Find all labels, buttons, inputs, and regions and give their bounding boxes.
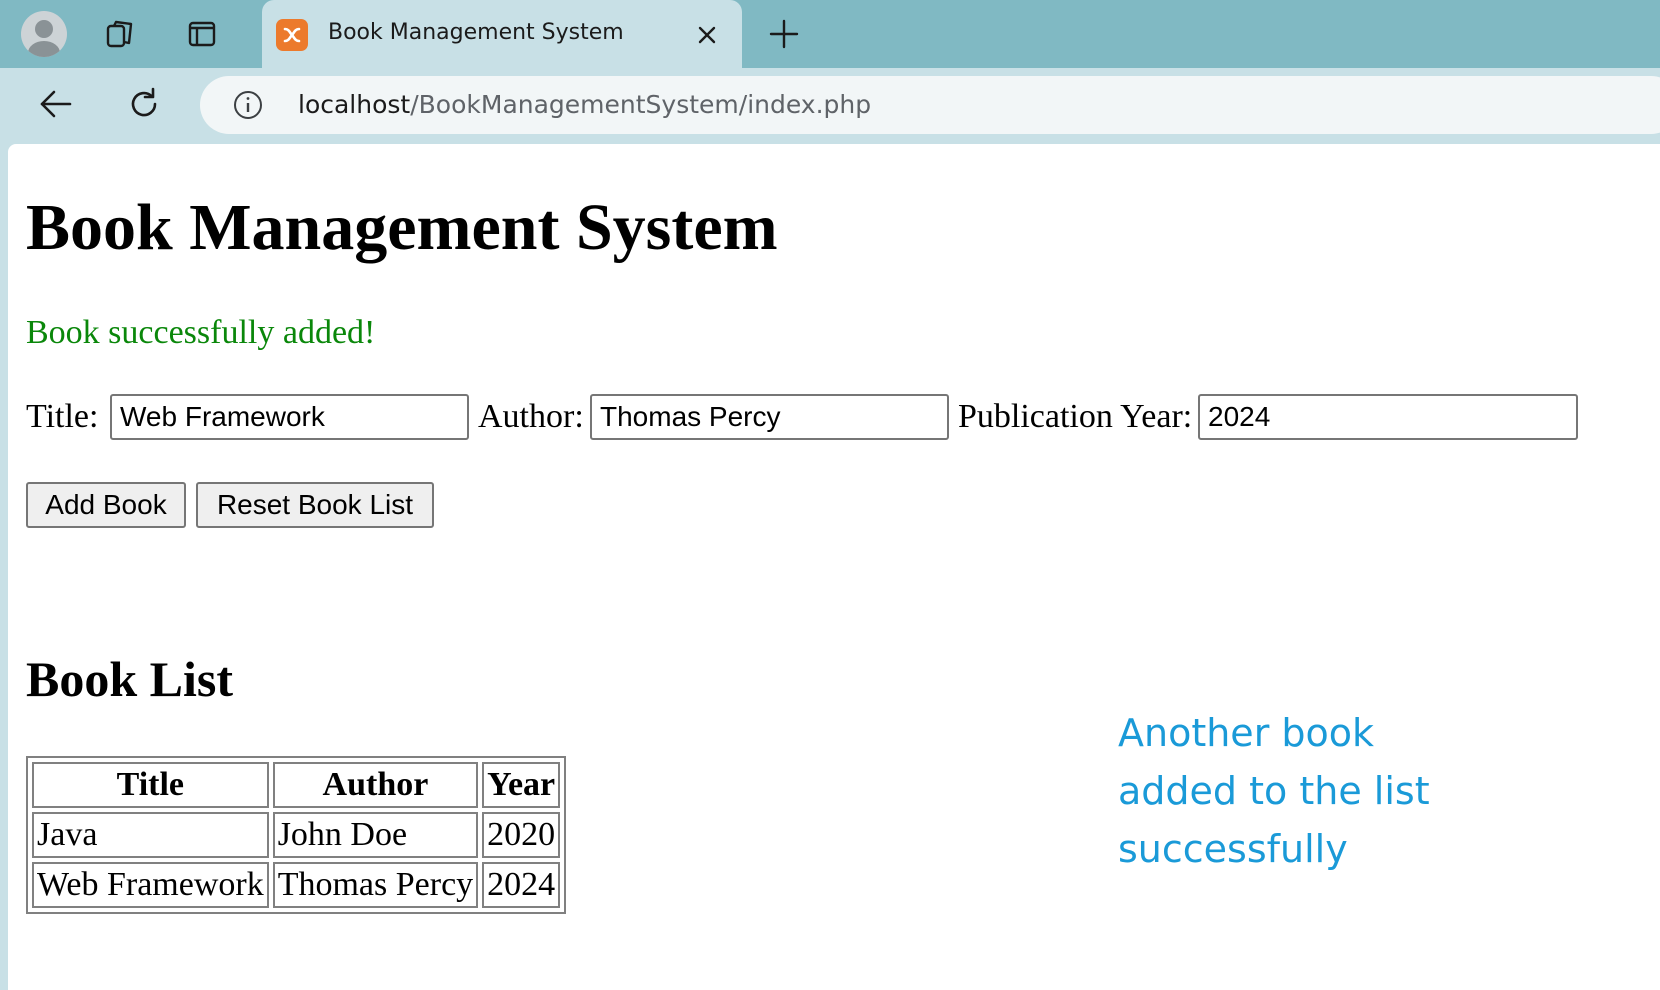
workspaces-icon[interactable] [99, 12, 143, 56]
xampp-icon [276, 19, 308, 51]
book-list-heading: Book List [26, 651, 234, 707]
reload-icon[interactable] [120, 80, 168, 128]
url-path: /BookManagementSystem/index.php [410, 90, 872, 119]
reset-book-list-button[interactable]: Reset Book List [196, 482, 434, 528]
address-bar[interactable]: localhost/BookManagementSystem/index.php [200, 76, 1660, 134]
title-input[interactable]: Web Framework [110, 394, 469, 440]
book-table: Title Author Year Java John Doe 2020 Web… [26, 756, 567, 914]
title-label: Title: [26, 398, 99, 435]
annotation-line: successfully [1118, 827, 1348, 871]
annotation-line: added to the list [1118, 769, 1430, 813]
cell-title: Java [32, 812, 269, 858]
success-message: Book successfully added! [26, 314, 376, 351]
profile-icon[interactable] [21, 11, 67, 57]
add-book-button[interactable]: Add Book [26, 482, 186, 528]
close-icon[interactable] [692, 20, 722, 50]
add-book-form: Title: Web Framework Author: Thomas Perc… [26, 394, 1646, 440]
cell-title: Web Framework [32, 862, 269, 908]
cell-author: Thomas Percy [272, 862, 479, 908]
table-header-row: Title Author Year [32, 762, 561, 808]
column-header-year: Year [482, 762, 561, 808]
active-tab[interactable]: Book Management System [262, 0, 742, 68]
column-header-title: Title [32, 762, 269, 808]
cell-author: John Doe [272, 812, 479, 858]
url-text[interactable]: localhost/BookManagementSystem/index.php [298, 90, 871, 119]
tab-actions-icon[interactable] [180, 12, 224, 56]
tab-title: Book Management System [328, 20, 624, 45]
table-row: Web Framework Thomas Percy 2024 [32, 862, 561, 908]
column-header-author: Author [272, 762, 479, 808]
back-arrow-icon[interactable] [32, 80, 80, 128]
annotation-note: Another book added to the list successfu… [1118, 704, 1538, 878]
cell-year: 2020 [482, 812, 561, 858]
cell-year: 2024 [482, 862, 561, 908]
browser-toolbar: localhost/BookManagementSystem/index.php [0, 68, 1660, 144]
page-content: Book Management System Book successfully… [8, 144, 1660, 990]
plus-icon[interactable] [762, 12, 806, 56]
table-row: Java John Doe 2020 [32, 812, 561, 858]
publication-year-label: Publication Year: [958, 398, 1193, 435]
info-icon[interactable] [232, 89, 264, 121]
url-host: localhost [298, 90, 411, 119]
browser-tab-bar: Book Management System [0, 0, 1660, 68]
annotation-line: Another book [1118, 711, 1375, 755]
page-title: Book Management System [26, 191, 778, 264]
author-input[interactable]: Thomas Percy [590, 394, 949, 440]
author-label: Author: [478, 398, 584, 435]
publication-year-input[interactable]: 2024 [1198, 394, 1578, 440]
